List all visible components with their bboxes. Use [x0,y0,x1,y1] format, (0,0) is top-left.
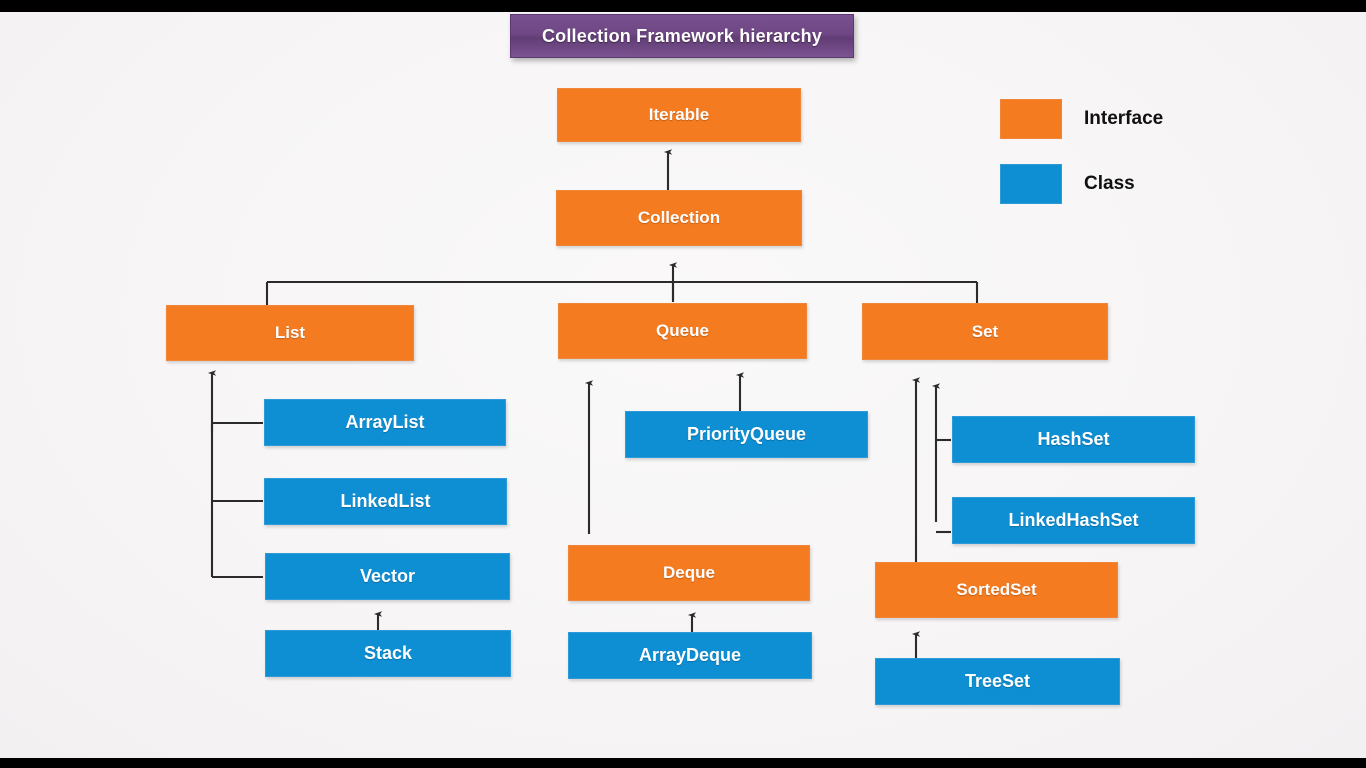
node-queue[interactable]: Queue [558,303,807,359]
legend-item-class: Class [1000,164,1135,204]
node-iterable[interactable]: Iterable [557,88,801,142]
node-deque[interactable]: Deque [568,545,810,601]
diagram-canvas: Collection Framework hierarchy Interface… [0,12,1366,758]
node-sortedset[interactable]: SortedSet [875,562,1118,618]
node-list[interactable]: List [166,305,414,361]
node-label-sortedset: SortedSet [956,580,1037,599]
node-arraydeque[interactable]: ArrayDeque [568,632,812,679]
legend-swatch-interface-icon [1000,99,1062,139]
node-label-arraylist: ArrayList [345,412,425,432]
node-label-stack: Stack [363,643,413,663]
node-arraylist[interactable]: ArrayList [264,399,506,446]
node-hashset[interactable]: HashSet [952,416,1195,463]
node-label-deque: Deque [663,563,715,582]
letterbox-bottom-bar [0,758,1366,768]
node-label-iterable: Iterable [648,105,710,124]
node-label-vector: Vector [359,566,416,586]
node-label-treeset: TreeSet [964,671,1031,691]
node-label-queue: Queue [656,321,709,340]
letterbox-top-bar [0,0,1366,12]
node-collection[interactable]: Collection [556,190,802,246]
legend-label-class: Class [1084,173,1135,194]
node-vector[interactable]: Vector [265,553,510,600]
node-linkedlist[interactable]: LinkedList [264,478,507,525]
diagram-stage: Collection Framework hierarchy Interface… [0,0,1366,768]
node-linkedhashset[interactable]: LinkedHashSet [952,497,1195,544]
node-label-linkedhashset: LinkedHashSet [1008,510,1139,530]
node-label-list: List [274,323,306,342]
node-label-set: Set [971,321,999,341]
node-stack[interactable]: Stack [265,630,511,677]
legend-label-interface: Interface [1084,108,1164,129]
node-label-linkedlist: LinkedList [340,491,431,511]
node-label-arraydeque: ArrayDeque [638,645,742,665]
node-priorityqueue[interactable]: PriorityQueue [625,411,868,458]
legend-item-interface: Interface [1000,99,1163,139]
legend-swatch-class-icon [1000,164,1062,204]
node-set[interactable]: Set [862,303,1108,360]
node-label-collection: Collection [637,208,721,227]
page-title: Collection Framework hierarchy [541,25,823,46]
diagram-title-banner: Collection Framework hierarchy [510,14,854,58]
node-treeset[interactable]: TreeSet [875,658,1120,705]
node-label-priorityqueue: PriorityQueue [686,424,807,444]
node-label-hashset: HashSet [1037,429,1110,449]
